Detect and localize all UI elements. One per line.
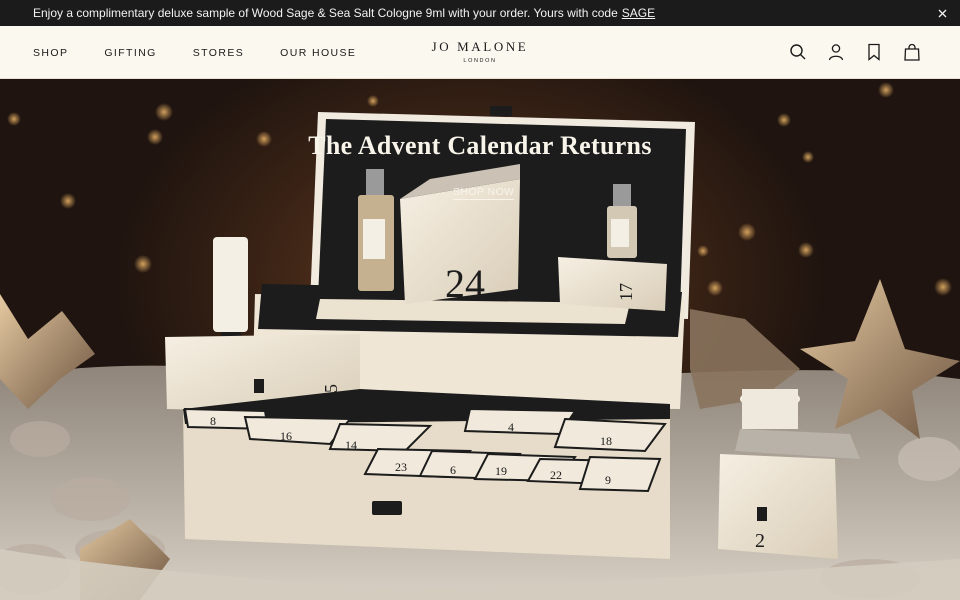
search-icon[interactable] [788,42,808,62]
bag-icon[interactable] [902,42,922,62]
site-header: SHOP GIFTING STORES OUR HOUSE JO MALONE … [0,26,960,79]
tile-8: 8 [210,414,216,428]
tile-16: 16 [280,429,292,443]
drawer-handle [372,501,402,515]
promo-code-link[interactable]: SAGE [622,6,655,20]
tile-22: 22 [550,468,562,482]
cube-2 [718,454,838,559]
tile-18: 18 [600,434,612,448]
promo-banner: Enjoy a complimentary deluxe sample of W… [0,0,960,26]
cube-2-number: 2 [755,530,765,552]
header-icons [788,42,922,62]
cream-tube [213,237,248,332]
tile-23: 23 [395,460,407,474]
tile-9: 9 [605,473,611,487]
wishlist-icon[interactable] [864,42,884,62]
account-icon[interactable] [826,42,846,62]
shop-now-link[interactable]: SHOP NOW [453,186,515,200]
cube-24-number: 24 [445,261,485,306]
tile-6: 6 [450,463,456,477]
cube-17 [558,257,667,311]
hero-title: The Advent Calendar Returns [308,131,652,160]
tile-19: 19 [495,464,507,478]
close-icon[interactable] [935,6,949,20]
promo-text: Enjoy a complimentary deluxe sample of W… [33,6,618,20]
cube-17-number: 17 [616,283,636,301]
tile-14: 14 [345,438,357,452]
hero-banner[interactable]: 24 17 5 8 16 14 4 18 23 6 19 22 9 2 The … [0,79,960,600]
tile-4: 4 [508,420,514,434]
